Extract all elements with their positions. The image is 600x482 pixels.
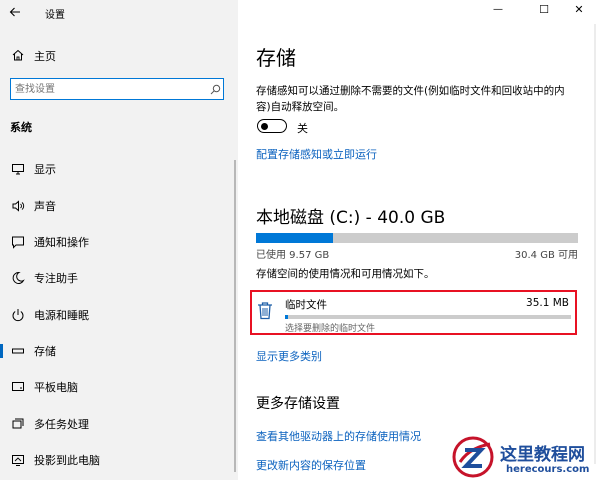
storage-sense-description: 存储感知可以通过删除不需要的文件(例如临时文件和回收站中的内容)自动释放空间。 xyxy=(256,85,565,113)
moon-icon xyxy=(10,270,26,286)
disk-usage-bar xyxy=(256,233,578,243)
sidebar-item-label: 多任务处理 xyxy=(34,418,89,431)
sidebar-item-label: 专注助手 xyxy=(34,272,78,285)
other-drives-link[interactable]: 查看其他驱动器上的存储使用情况 xyxy=(256,428,421,444)
temp-files-fill xyxy=(285,315,288,319)
storage-icon xyxy=(10,343,26,359)
trash-icon xyxy=(256,300,274,320)
sidebar-item-storage[interactable]: 存储 xyxy=(0,338,238,364)
power-icon xyxy=(10,307,26,323)
temp-files-size: 35.1 MB xyxy=(526,297,569,309)
sidebar-item-multitasking[interactable]: 多任务处理 xyxy=(0,411,238,437)
sidebar-item-label: 声音 xyxy=(34,200,56,213)
save-location-link[interactable]: 更改新内容的保存位置 xyxy=(256,457,366,473)
project-icon xyxy=(10,452,26,468)
window-title: 设置 xyxy=(45,10,65,21)
sidebar-item-label: 平板电脑 xyxy=(34,381,78,394)
sidebar-item-label: 显示 xyxy=(34,163,56,176)
temp-files-hint: 选择要删除的临时文件 xyxy=(285,324,376,334)
toggle-state-label: 关 xyxy=(297,122,308,135)
sidebar-item-tablet[interactable]: 平板电脑 xyxy=(0,374,238,400)
watermark-site-name: 这里教程网 xyxy=(500,445,585,465)
close-button[interactable]: ✕ xyxy=(569,3,589,16)
selected-indicator xyxy=(0,344,3,358)
storage-sense-toggle[interactable] xyxy=(257,119,287,133)
home-icon xyxy=(10,47,26,63)
disk-free-label: 30.4 GB 可用 xyxy=(514,250,578,261)
home-label: 主页 xyxy=(34,50,56,63)
search-input[interactable] xyxy=(15,81,195,97)
sidebar-item-label: 电源和睡眠 xyxy=(34,309,89,322)
more-settings-heading: 更多存储设置 xyxy=(256,396,340,412)
notification-icon xyxy=(10,234,26,250)
section-label: 系统 xyxy=(10,121,32,134)
sidebar-item-display[interactable]: 显示 xyxy=(0,156,238,182)
sidebar-item-sound[interactable]: 声音 xyxy=(0,193,238,219)
main-pane: — ☐ ✕ 存储 存储感知可以通过删除不需要的文件(例如临时文件和回收站中的内容… xyxy=(238,0,600,480)
display-icon xyxy=(10,161,26,177)
multitask-icon xyxy=(10,416,26,432)
search-box[interactable] xyxy=(10,78,224,100)
show-more-categories-link[interactable]: 显示更多类别 xyxy=(256,348,322,364)
back-button[interactable] xyxy=(4,2,26,22)
sidebar-item-project[interactable]: 投影到此电脑 xyxy=(0,447,238,473)
usage-description: 存储空间的使用情况和可用情况如下。 xyxy=(256,268,435,280)
disk-title: 本地磁盘 (C:) - 40.0 GB xyxy=(256,208,446,228)
sidebar-scrollbar[interactable] xyxy=(234,160,236,472)
temp-files-item[interactable]: 临时文件 35.1 MB 选择要删除的临时文件 xyxy=(250,290,577,335)
sidebar: 设置 主页 系统 显示 声音 通知和操作 专注助手 电源和睡眠 存储 xyxy=(0,0,238,480)
watermark-url: herecours.com xyxy=(506,464,590,475)
sidebar-item-label: 投影到此电脑 xyxy=(34,454,100,467)
home-nav-item[interactable]: 主页 xyxy=(0,44,238,66)
watermark-logo-icon xyxy=(452,436,494,478)
main-scrollbar[interactable] xyxy=(594,24,596,464)
speaker-icon xyxy=(10,198,26,214)
watermark: 这里教程网 herecours.com xyxy=(448,434,600,480)
temp-files-bar xyxy=(285,315,571,319)
sidebar-item-label: 通知和操作 xyxy=(34,236,89,249)
sidebar-item-focus-assist[interactable]: 专注助手 xyxy=(0,265,238,291)
disk-usage-fill xyxy=(256,233,333,243)
back-arrow-icon xyxy=(9,7,20,17)
temp-files-name: 临时文件 xyxy=(285,299,327,311)
configure-storage-sense-link[interactable]: 配置存储感知或立即运行 xyxy=(256,146,377,162)
page-title: 存储 xyxy=(256,46,296,70)
toggle-knob xyxy=(261,122,268,130)
search-icon[interactable] xyxy=(207,81,223,97)
maximize-button[interactable]: ☐ xyxy=(534,3,554,16)
sidebar-item-notifications[interactable]: 通知和操作 xyxy=(0,229,238,255)
minimize-button[interactable]: — xyxy=(488,4,508,15)
sidebar-item-power[interactable]: 电源和睡眠 xyxy=(0,302,238,328)
disk-used-label: 已使用 9.57 GB xyxy=(256,250,330,261)
sidebar-item-label: 存储 xyxy=(34,345,56,358)
tablet-icon xyxy=(10,379,26,395)
